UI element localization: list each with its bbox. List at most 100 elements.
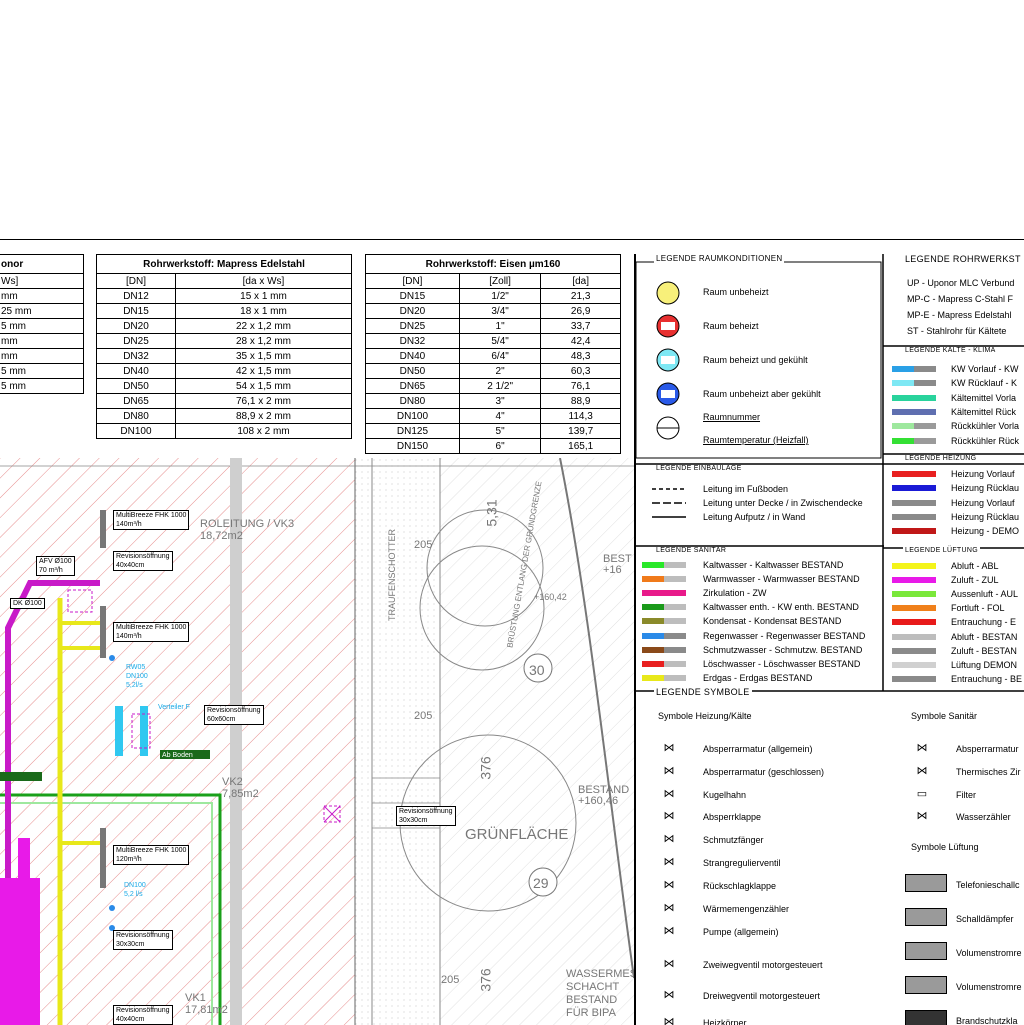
symbol-sanitaer-label: Filter xyxy=(956,790,976,800)
sanitaer-swatch-b xyxy=(664,604,686,611)
sanitaer-item-label: Regenwasser - Regenwasser BESTAND xyxy=(703,630,866,641)
kaelte-swatch-a xyxy=(892,394,914,401)
sanitaer-swatch-a xyxy=(642,632,664,639)
plan-text-vk3: ROLEITUNG / VK3 18,72m2 xyxy=(200,518,295,542)
valve-icon: ⋈ xyxy=(916,765,928,777)
kaelte-swatch-a xyxy=(892,408,914,415)
duct-component-icon xyxy=(905,908,947,926)
symbole-heading-heizung: Symbole Heizung/Kälte xyxy=(658,711,752,721)
lueftung-swatch xyxy=(892,591,936,598)
lueftung-item-label: Aussenluft - AUL xyxy=(951,589,1019,600)
kaelte-swatch-b xyxy=(914,408,936,415)
raum-item-2: Raum beheizt und gekühlt xyxy=(703,355,808,365)
plan-label-afv: AFV Ø100 70 m³/h xyxy=(36,556,75,576)
drawing-sheet: MultiBreeze FHK 1000 140m³/h Revisionsöff… xyxy=(0,239,1024,1025)
symbol-lueftung-label: Telefonieschallc xyxy=(956,880,1020,890)
sanitaer-swatch-a xyxy=(642,576,664,583)
heizung-swatch xyxy=(892,499,936,506)
kaelte-swatch-b xyxy=(914,423,936,430)
heizung-item-label: Heizung Vorlauf xyxy=(951,469,1015,479)
kaelte-swatch-a xyxy=(892,423,914,430)
duct-component-icon xyxy=(905,1010,947,1025)
lueftung-item-label: Zuluft - BESTAN xyxy=(951,645,1017,656)
einbau-item-1: Leitung unter Decke / in Zwischendecke xyxy=(703,498,863,508)
plan-text-n376a: 376 xyxy=(477,756,494,780)
plan-text-wassermes: WASSERMES SCHACHT BESTAND FÜR BIPA xyxy=(566,968,638,1019)
rohr-item-0: UP - Uponor MLC Verbund xyxy=(907,278,1015,288)
plan-text-h1: +160,42 xyxy=(534,592,567,602)
symbole-heading-lueftung: Symbole Lüftung xyxy=(911,842,979,852)
symbol-heizung-label: Dreiwegventil motorgesteuert xyxy=(703,991,821,1001)
kaelte-item-label: KW Rücklauf - K xyxy=(951,378,1018,389)
plan-text-verteiler: Verteiler F xyxy=(158,704,190,711)
rohr-item-2: MP-E - Mapress Edelstahl xyxy=(907,310,1012,320)
heizung-swatch xyxy=(892,528,936,535)
sanitaer-swatch-b xyxy=(664,632,686,639)
kaelte-swatch-b xyxy=(914,394,936,401)
plan-text-n205c: 205 xyxy=(441,974,460,986)
plan-text-bestand1: BESTAND +160,46 xyxy=(578,784,630,807)
kaelte-swatch-a xyxy=(892,380,914,387)
raum-item-5: Raumtemperatur (Heizfall) xyxy=(703,435,809,445)
valve-icon: ⋈ xyxy=(663,902,675,914)
sanitaer-swatch-a xyxy=(642,646,664,653)
valve-icon: ⋈ xyxy=(663,765,675,777)
einbau-item-2: Leitung Aufputz / in Wand xyxy=(703,512,806,522)
valve-icon: ⋈ xyxy=(663,788,675,800)
duct-component-icon xyxy=(905,976,947,994)
kaelte-item-label: Rückkühler Vorla xyxy=(951,421,1020,432)
sanitaer-swatch-b xyxy=(664,590,686,597)
legend-rohr-title: LEGENDE ROHRWERKST xyxy=(903,254,1023,264)
heizung-item-label: Heizung - DEMO xyxy=(951,526,1020,537)
heizung-swatch xyxy=(892,485,936,492)
heizung-swatch xyxy=(892,513,936,520)
kaelte-swatch-b xyxy=(914,437,936,444)
heizung-swatch xyxy=(892,471,936,477)
lueftung-swatch xyxy=(892,605,936,612)
symbole-heading-sanitaer: Symbole Sanitär xyxy=(911,711,978,721)
valve-icon: ⋈ xyxy=(916,810,928,822)
symbol-heizung-label: Rückschlagklappe xyxy=(703,881,777,891)
plan-label-dk: DK Ø100 xyxy=(10,598,45,609)
symbol-heizung-label: Absperrarmatur (geschlossen) xyxy=(703,767,825,777)
kaelte-swatch-b xyxy=(914,380,936,387)
plan-label-mb2: MultiBreeze FHK 1000 140m³/h xyxy=(113,622,190,642)
valve-icon: ⋈ xyxy=(663,742,675,754)
lueftung-swatch xyxy=(892,647,936,654)
legend-kaelte-title: LEGENDE KÄLTE - KLIMA xyxy=(903,347,998,354)
lueftung-item-label: Abluft - BESTAN xyxy=(951,631,1018,642)
symbol-heizung-label: Zweiwegventil motorgesteuert xyxy=(703,960,823,970)
sanitaer-item-label: Zirkulation - ZW xyxy=(703,588,767,599)
lueftung-item-label: Abluft - ABL xyxy=(951,561,999,571)
raum-item-3: Raum unbeheizt aber gekühlt xyxy=(703,389,821,399)
legend-heizung-title: LEGENDE HEIZUNG xyxy=(903,455,979,462)
sanitaer-item-label: Löschwasser - Löschwasser BESTAND xyxy=(703,658,861,669)
plan-label-mb1: MultiBreeze FHK 1000 140m³/h xyxy=(113,510,190,530)
symbol-heizung-label: Kugelhahn xyxy=(703,790,747,800)
valve-icon: ⋈ xyxy=(663,879,675,891)
valve-icon: ⋈ xyxy=(663,833,675,845)
sanitaer-item-label: Erdgas - Erdgas BESTAND xyxy=(703,672,813,683)
rohr-item-3: ST - Stahlrohr für Kältete xyxy=(907,326,1007,336)
sanitaer-item-label: Kondensat - Kondensat BESTAND xyxy=(703,616,842,627)
plan-text-vk1: VK1 17,81m2 xyxy=(185,992,228,1016)
kaelte-swatch-a xyxy=(892,366,914,372)
symbol-lueftung-label: Volumenstromre xyxy=(956,948,1022,958)
sanitaer-swatch-b xyxy=(664,562,686,568)
lueftung-item-label: Fortluft - FOL xyxy=(951,603,1005,614)
sanitaer-swatch-b xyxy=(664,576,686,583)
kaelte-item-label: Kältemittel Rück xyxy=(951,406,1017,417)
kaelte-item-label: Kältemittel Vorla xyxy=(951,392,1017,403)
sanitaer-swatch-a xyxy=(642,604,664,611)
table-eisen: Rohrwerkstoff: Eisen µm160 [DN] [Zoll] [da… xyxy=(365,254,621,454)
sanitaer-swatch-a xyxy=(642,674,664,681)
sanitaer-item-label: Kaltwasser - Kaltwasser BESTAND xyxy=(703,560,844,570)
plan-text-ab: Ab Boden xyxy=(162,752,193,759)
plan-text-n531: 5,31 xyxy=(483,499,500,527)
sanitaer-swatch-b xyxy=(664,618,686,625)
plan-label-mb3: MultiBreeze FHK 1000 120m³/h xyxy=(113,845,190,865)
symbol-heizung-label: Absperrklappe xyxy=(703,812,762,822)
plan-text-trauf: TRAUFENSCHOTTER xyxy=(387,529,397,621)
sanitaer-swatch-b xyxy=(664,674,686,681)
rohr-item-1: MP-C - Mapress C-Stahl F xyxy=(907,294,1014,304)
